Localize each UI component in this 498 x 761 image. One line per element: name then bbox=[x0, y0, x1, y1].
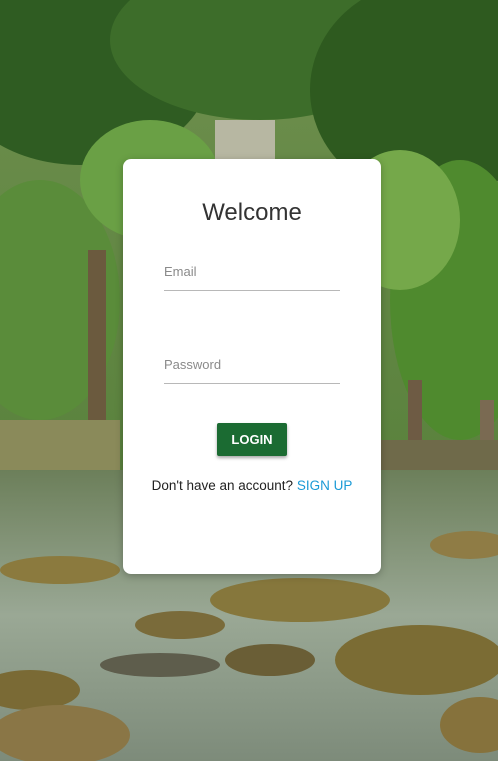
login-card: Welcome LOGIN Don't have an account? SIG… bbox=[123, 159, 381, 574]
email-field-wrapper bbox=[164, 254, 340, 291]
password-field-wrapper bbox=[164, 347, 340, 384]
welcome-title: Welcome bbox=[202, 199, 302, 226]
login-button[interactable]: LOGIN bbox=[217, 423, 287, 456]
signup-link[interactable]: SIGN UP bbox=[297, 478, 353, 493]
signup-prompt-text: Don't have an account? bbox=[151, 478, 294, 493]
signup-prompt-line: Don't have an account? SIGN UP bbox=[123, 478, 381, 493]
login-page: Welcome LOGIN Don't have an account? SIG… bbox=[0, 0, 498, 761]
password-field[interactable] bbox=[164, 347, 340, 381]
email-field[interactable] bbox=[164, 254, 340, 288]
